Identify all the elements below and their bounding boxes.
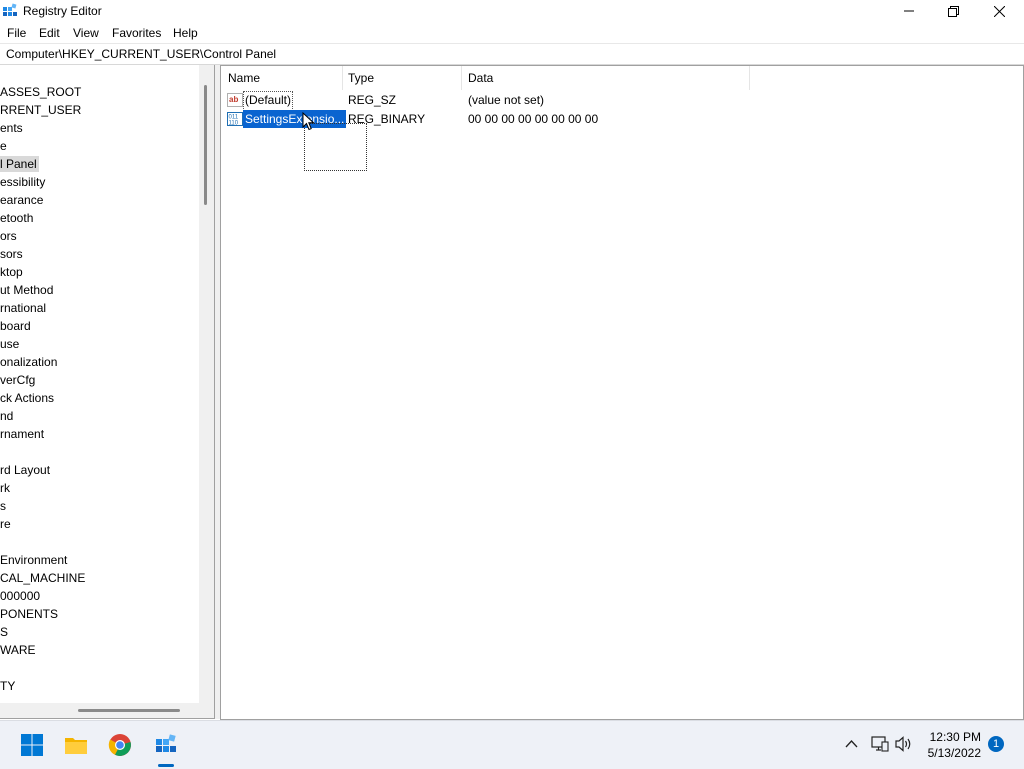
tree-item[interactable]: e [0,138,7,154]
svg-text:ab: ab [229,95,238,104]
address-path[interactable]: Computer\HKEY_CURRENT_USER\Control Panel [6,47,276,61]
close-button[interactable] [976,0,1022,22]
binary-value-icon: 011 110 [227,112,243,127]
tree-item[interactable]: ASSES_ROOT [0,84,81,100]
clock-time: 12:30 PM [929,730,981,744]
system-clock[interactable]: 12:30 PM 5/13/2022 [928,729,981,761]
tree-item[interactable]: rnament [0,426,44,442]
tree-item[interactable]: re [0,516,11,532]
close-icon [993,5,1005,17]
tree-item[interactable]: onalization [0,354,57,370]
tree-item-selected[interactable]: l Panel [0,156,39,172]
value-name[interactable]: (Default) [243,91,294,111]
chrome-icon[interactable] [108,733,132,757]
tree-item[interactable]: nd [0,408,13,424]
maximize-button[interactable] [930,0,976,22]
tree-item[interactable]: 000000 [0,588,40,604]
menu-help[interactable]: Help [173,26,198,40]
menu-favorites[interactable]: Favorites [112,26,161,40]
value-data: (value not set) [468,93,545,107]
registry-editor-icon[interactable] [154,733,178,757]
menu-view[interactable]: View [73,26,99,40]
tree-item[interactable]: ktop [0,264,23,280]
tree-item[interactable]: rd Layout [0,462,50,478]
menu-edit[interactable]: Edit [39,26,60,40]
notification-badge[interactable]: 1 [988,736,1004,752]
tree-item[interactable]: ck Actions [0,390,54,406]
tree-item[interactable]: sors [0,246,23,262]
tree-item[interactable]: verCfg [0,372,35,388]
tree-item[interactable]: S [0,624,8,640]
minimize-icon [904,10,914,12]
tree-item[interactable]: ut Method [0,282,53,298]
clock-date: 5/13/2022 [927,746,981,760]
tree-item[interactable]: board [0,318,31,334]
minimize-button[interactable] [886,0,932,22]
taskbar: 12:30 PM 5/13/2022 [0,720,1024,769]
address-bar[interactable]: Computer\HKEY_CURRENT_USER\Control Panel [0,43,1024,65]
mouse-cursor-icon [302,112,315,131]
registry-tree[interactable]: ASSES_ROOT RRENT_USERents e l Panel essibili… [0,65,215,719]
volume-icon[interactable] [895,736,913,752]
restore-icon [947,5,959,17]
value-type: REG_SZ [348,93,397,107]
value-data: 00 00 00 00 00 00 00 00 [468,112,599,126]
column-header-type[interactable]: Type [341,66,462,90]
values-list[interactable]: Name Type Data ab (Default) REG_SZ (valu… [220,65,1024,720]
menu-bar: File Edit View Favorites Help [0,22,1024,43]
tree-item[interactable]: rnational [0,300,46,316]
tree-item[interactable]: TY [0,678,15,694]
chevron-up-icon[interactable] [845,739,858,749]
tree-item[interactable]: Environment [0,552,67,568]
tree-horizontal-scroll-thumb[interactable] [78,709,180,712]
tree-item[interactable]: essibility [0,174,45,190]
tree-item[interactable]: s [0,498,6,514]
tree-item[interactable]: RRENT_USER [0,102,81,118]
active-app-indicator [158,764,174,767]
tree-item[interactable]: earance [0,192,43,208]
tree-vertical-scroll-thumb[interactable] [204,85,207,205]
menu-file[interactable]: File [7,26,26,40]
tree-item[interactable]: PONENTS [0,606,58,622]
tree-item[interactable]: rk [0,480,10,496]
window-title: Registry Editor [23,4,102,18]
tree-item[interactable]: use [0,336,19,352]
column-header-data[interactable]: Data [461,66,750,90]
start-icon[interactable] [20,733,44,757]
registry-editor-icon [3,3,17,16]
tree-item[interactable]: WARE [0,642,36,658]
column-header-name[interactable]: Name [221,66,343,90]
tree-item[interactable]: CAL_MACHINE [0,570,85,586]
value-row-default[interactable]: ab (Default) REG_SZ (value not set) [221,91,1021,111]
svg-text:110: 110 [229,121,239,127]
network-icon[interactable] [871,736,889,752]
tree-item[interactable]: etooth [0,210,33,226]
file-explorer-icon[interactable] [64,733,88,757]
tree-item[interactable]: ents [0,120,23,136]
title-bar: Registry Editor [0,0,1024,22]
tree-item[interactable]: ors [0,228,17,244]
string-value-icon: ab [227,93,243,107]
